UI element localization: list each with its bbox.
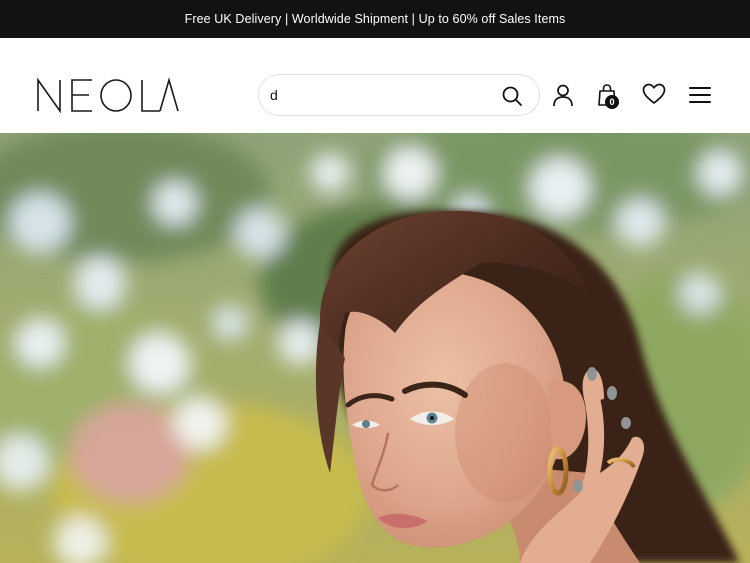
- search-bar: [258, 74, 540, 116]
- search-input[interactable]: [270, 80, 490, 110]
- search-icon[interactable]: [501, 85, 523, 107]
- shopping-bag-icon[interactable]: 0: [596, 83, 622, 109]
- user-icon[interactable]: [551, 83, 575, 107]
- announcement-bar: Free UK Delivery | Worldwide Shipment | …: [0, 0, 750, 38]
- neola-logo[interactable]: [36, 77, 180, 113]
- site-header: 0: [0, 38, 750, 133]
- heart-icon[interactable]: [642, 83, 666, 105]
- announcement-text: Free UK Delivery | Worldwide Shipment | …: [184, 12, 566, 26]
- hero-banner-image[interactable]: [0, 133, 750, 563]
- hamburger-menu-icon[interactable]: [689, 85, 711, 105]
- cart-count-badge: 0: [605, 95, 619, 109]
